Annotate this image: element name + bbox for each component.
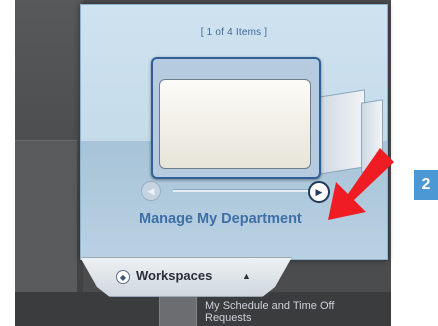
carousel-item-title[interactable]: Manage My Department [139, 211, 302, 227]
chevron-left-icon: ◀ [147, 185, 155, 196]
carousel-previous-button[interactable]: ◀ [141, 181, 161, 201]
card-thumbnail [159, 79, 311, 169]
carousel-slider-track[interactable] [173, 189, 311, 192]
background-item-icon [159, 296, 197, 326]
workspaces-icon: ◆ [116, 270, 130, 284]
item-counter: [ 1 of 4 Items ] [200, 27, 268, 38]
step-number-badge: 2 [414, 170, 438, 200]
background-item-text[interactable]: My Schedule and Time Off Requests [205, 300, 365, 324]
carousel-card-current[interactable] [151, 57, 321, 179]
workspaces-label[interactable]: Workspaces [136, 268, 212, 283]
caret-up-icon[interactable]: ▲ [242, 271, 251, 281]
annotation-arrow [328, 148, 394, 220]
